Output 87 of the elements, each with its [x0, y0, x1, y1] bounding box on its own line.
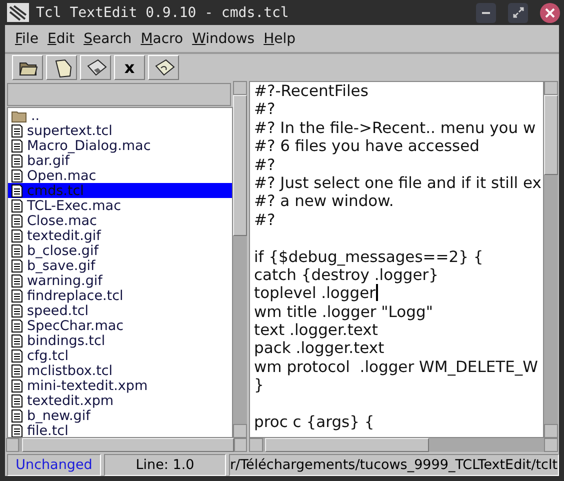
maximize-button[interactable] — [508, 2, 528, 22]
file-list-item[interactable]: textedit.gif — [8, 228, 232, 243]
code-line: proc c {args} { — [254, 413, 376, 432]
file-list-item[interactable]: b_new.gif — [8, 408, 232, 423]
file-list-item[interactable]: Close.mac — [8, 213, 232, 228]
close-file-button[interactable]: x — [114, 55, 145, 80]
close-button[interactable] — [540, 2, 560, 22]
file-list-item[interactable]: speed.tcl — [8, 303, 232, 318]
file-list-item[interactable]: file.tcl — [8, 423, 232, 437]
file-list-item[interactable]: findreplace.tcl — [8, 288, 232, 303]
code-line: wm protocol .logger WM_DELETE_W — [254, 358, 539, 376]
file-list-item[interactable]: TCL-Exec.mac — [8, 198, 232, 213]
horizontal-scrollbar[interactable] — [249, 438, 558, 452]
maximize-icon — [512, 7, 524, 18]
code-line: #?-RecentFiles — [254, 82, 370, 100]
document-icon — [11, 304, 23, 318]
menu-item[interactable]: Macro — [136, 30, 188, 46]
code-line: catch {destroy .logger} — [254, 266, 439, 284]
document-icon — [11, 244, 23, 258]
menu-item[interactable]: Windows — [188, 30, 259, 46]
file-list-item[interactable]: bar.gif — [8, 153, 232, 168]
minimize-icon — [482, 12, 490, 14]
vertical-scrollbar[interactable] — [544, 81, 558, 438]
file-list-item[interactable]: textedit.xpm — [8, 393, 232, 408]
file-list-item[interactable]: supertext.tcl — [8, 123, 232, 138]
file-list-item[interactable]: warning.gif — [8, 273, 232, 288]
code-line: #? In the file->Recent.. menu you w — [254, 118, 537, 138]
document-icon — [11, 394, 23, 408]
folder-icon — [11, 108, 27, 122]
file-list-item[interactable]: bindings.tcl — [8, 333, 232, 348]
document-icon — [11, 138, 23, 152]
document-icon — [11, 334, 23, 348]
file-list-item[interactable]: cfg.tcl — [8, 348, 232, 363]
code-line: #? — [254, 100, 276, 119]
file-list-item[interactable]: b_close.gif — [8, 243, 232, 258]
document-icon — [11, 228, 23, 242]
horizontal-scrollbar[interactable] — [6, 438, 247, 452]
code-line: text .logger.text — [254, 321, 379, 340]
document-icon — [11, 364, 23, 378]
modified-status: Unchanged — [7, 454, 101, 476]
document-icon — [11, 258, 23, 272]
code-line: #? Just select one file and if it still ex — [254, 174, 542, 192]
document-icon — [11, 408, 23, 422]
document-icon — [11, 288, 23, 302]
window-title: Tcl TextEdit 0.9.10 - cmds.tcl — [36, 4, 290, 20]
save-button[interactable] — [80, 55, 111, 80]
file-path: r/Téléchargements/tucows_9999_TCLTextEdit/tclt — [229, 454, 559, 476]
document-icon — [11, 378, 23, 392]
document-icon — [11, 274, 23, 288]
file-list-item[interactable]: SpecChar.mac — [8, 318, 232, 333]
code-line: if {$debug_messages==2} { — [254, 248, 484, 266]
document-icon — [11, 198, 23, 212]
macro-button[interactable] — [148, 55, 179, 80]
code-line: #? — [254, 210, 276, 230]
code-line: } — [254, 376, 265, 395]
document-icon — [11, 214, 23, 228]
menu-item[interactable]: Edit — [43, 30, 79, 46]
document-icon — [11, 154, 23, 168]
text-editor[interactable] — [249, 81, 544, 438]
minimize-button[interactable] — [476, 2, 496, 22]
file-list-item[interactable]: b_save.gif — [8, 258, 232, 273]
file-list-item[interactable]: Macro_Dialog.mac — [8, 138, 232, 153]
document-icon — [11, 318, 23, 332]
close-icon — [545, 8, 555, 18]
code-line: pack .logger.text — [254, 339, 386, 358]
menu-item[interactable]: Help — [260, 30, 300, 46]
document-icon — [11, 124, 23, 138]
path-field[interactable] — [7, 83, 231, 106]
open-button[interactable] — [12, 55, 43, 80]
code-line: #? 6 files you have accessed — [254, 137, 481, 156]
code-line: toplevel .logger — [254, 284, 543, 303]
code-line: wm title .logger "Logg" — [254, 302, 434, 322]
file-list-item[interactable]: .. — [8, 108, 232, 123]
code-line: #? — [254, 156, 276, 174]
document-icon — [11, 348, 23, 362]
code-line: #? a new window. — [254, 192, 395, 211]
new-button[interactable] — [46, 55, 77, 80]
document-icon — [11, 168, 23, 182]
scroll-icon — [152, 57, 174, 78]
vertical-scrollbar[interactable] — [233, 81, 247, 438]
menu-item[interactable]: File — [11, 30, 42, 46]
line-position: Line: 1.0 — [104, 454, 226, 476]
file-list-item[interactable]: mclistbox.tcl — [8, 363, 232, 378]
menu-item[interactable]: Search — [80, 30, 136, 46]
document-icon — [11, 184, 23, 198]
file-list-item[interactable]: mini-textedit.xpm — [8, 378, 232, 393]
file-list-item[interactable]: Open.mac — [8, 168, 232, 183]
